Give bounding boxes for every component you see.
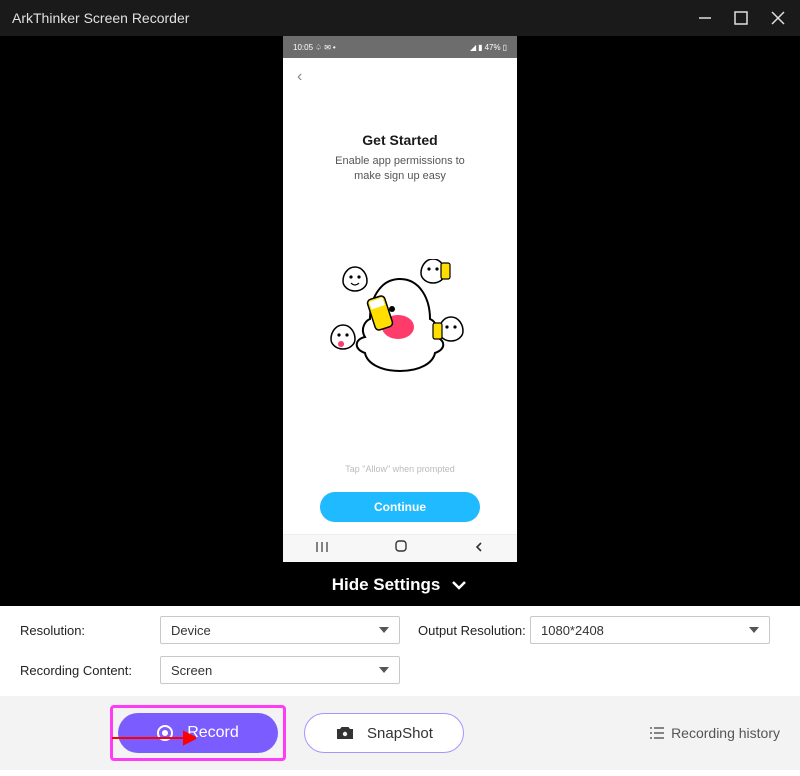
phone-nav-recents-icon[interactable] <box>315 540 329 558</box>
chevron-down-icon <box>379 667 389 673</box>
close-button[interactable] <box>768 8 788 28</box>
recording-content-select[interactable]: Screen <box>160 656 400 684</box>
callout-arrow-icon <box>112 730 196 746</box>
output-resolution-select[interactable]: 1080*2408 <box>530 616 770 644</box>
phone-nav-back-icon[interactable] <box>473 540 485 558</box>
phone-subtitle: Enable app permissions to make sign up e… <box>297 154 503 185</box>
phone-hint: Tap "Allow" when prompted <box>297 464 503 474</box>
chat-icon: ✉ <box>324 43 331 52</box>
signal-icon: ▮ <box>478 43 482 52</box>
snapshot-button[interactable]: SnapShot <box>304 713 464 753</box>
phone-status-time: 10:05 <box>293 43 313 52</box>
dot-icon: • <box>333 43 336 52</box>
resolution-value: Device <box>171 623 211 638</box>
titlebar: ArkThinker Screen Recorder <box>0 0 800 36</box>
phone-heading: Get Started <box>297 132 503 148</box>
resolution-label: Resolution: <box>20 623 160 638</box>
recording-history-link[interactable]: Recording history <box>649 725 780 741</box>
resolution-select[interactable]: Device <box>160 616 400 644</box>
phone-status-battery: 47% <box>485 43 501 52</box>
camera-icon <box>335 725 355 741</box>
minimize-button[interactable] <box>696 9 714 27</box>
snapshot-label: SnapShot <box>367 725 433 742</box>
preview-area: 10:05 ♤ ✉ • ◢ ▮ 47% ▯ ‹ Get Started Enab… <box>0 36 800 606</box>
chevron-down-icon <box>450 579 468 591</box>
app-title: ArkThinker Screen Recorder <box>12 10 189 26</box>
ghost-illustration <box>297 185 503 464</box>
history-label: Recording history <box>671 725 780 741</box>
bell-icon: ♤ <box>315 43 322 52</box>
action-bar: Record SnapShot Recording history <box>0 696 800 770</box>
phone-nav-home-icon[interactable] <box>394 539 408 558</box>
phone-statusbar: 10:05 ♤ ✉ • ◢ ▮ 47% ▯ <box>283 36 517 58</box>
phone-continue-button[interactable]: Continue <box>320 492 480 522</box>
recording-content-value: Screen <box>171 663 212 678</box>
wifi-icon: ◢ <box>470 43 476 52</box>
phone-content: ‹ Get Started Enable app permissions to … <box>283 58 517 534</box>
output-resolution-label: Output Resolution: <box>400 623 530 638</box>
chevron-down-icon <box>749 627 759 633</box>
maximize-button[interactable] <box>732 9 750 27</box>
hide-settings-label: Hide Settings <box>332 575 441 595</box>
phone-mirror: 10:05 ♤ ✉ • ◢ ▮ 47% ▯ ‹ Get Started Enab… <box>283 36 517 562</box>
recording-content-label: Recording Content: <box>20 663 160 678</box>
list-icon <box>649 726 665 740</box>
settings-panel: Resolution: Device Output Resolution: 10… <box>0 606 800 696</box>
output-resolution-value: 1080*2408 <box>541 623 604 638</box>
window-controls <box>696 8 788 28</box>
phone-back-icon[interactable]: ‹ <box>297 68 503 86</box>
hide-settings-toggle[interactable]: Hide Settings <box>0 564 800 606</box>
phone-navbar <box>283 534 517 562</box>
chevron-down-icon <box>379 627 389 633</box>
battery-icon: ▯ <box>503 43 507 52</box>
